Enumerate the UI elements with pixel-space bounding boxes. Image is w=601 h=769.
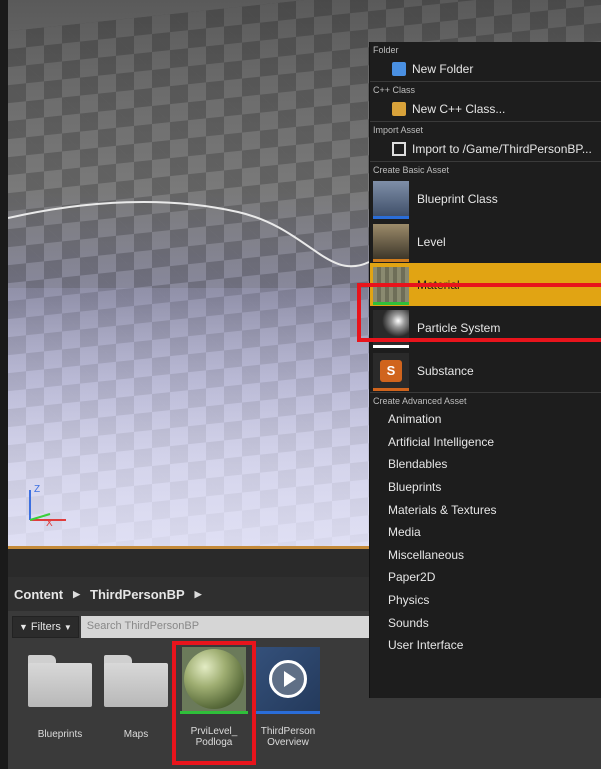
axis-gizmo: Z X <box>29 484 66 528</box>
menu-item-label: Level <box>417 234 446 249</box>
asset-label: Blueprints <box>37 729 83 740</box>
asset-blueprints-folder[interactable]: Blueprints <box>24 647 96 740</box>
blueprint-class-icon <box>373 180 409 219</box>
filters-button[interactable]: ▼ Filters ▼ <box>12 616 79 638</box>
filter-icon: ▼ <box>19 622 28 632</box>
menu-item-miscellaneous[interactable]: Miscellaneous <box>370 544 601 567</box>
level-icon <box>373 223 409 262</box>
cpp-class-icon <box>392 102 406 116</box>
material-highlight-box <box>357 283 601 342</box>
menu-item-blendables[interactable]: Blendables <box>370 453 601 476</box>
breadcrumb-content[interactable]: Content <box>14 587 63 602</box>
asset-highlight-box <box>172 641 256 765</box>
context-menu: Folder New Folder C++ Class New C++ Clas… <box>369 42 601 698</box>
menu-item-level[interactable]: Level <box>370 220 601 263</box>
axis-x-label: X <box>46 518 53 528</box>
section-header-folder: Folder <box>373 45 399 55</box>
menu-item-materials-textures[interactable]: Materials & Textures <box>370 498 601 521</box>
menu-item-user-interface[interactable]: User Interface <box>370 634 601 657</box>
menu-item-label: Blueprint Class <box>417 191 498 206</box>
menu-item-paper2d[interactable]: Paper2D <box>370 566 601 589</box>
import-icon <box>392 142 406 156</box>
folder-icon <box>28 647 92 711</box>
menu-item-animation[interactable]: Animation <box>370 408 601 431</box>
menu-item-sounds[interactable]: Sounds <box>370 611 601 634</box>
menu-item-label: New Folder <box>412 62 474 76</box>
menu-item-label: Import to /Game/ThirdPersonBP... <box>412 142 592 156</box>
menu-item-new-cpp-class[interactable]: New C++ Class... <box>370 97 601 121</box>
asset-label: ThirdPerson Overview <box>260 726 316 748</box>
chevron-right-icon[interactable]: ▶ <box>195 589 202 600</box>
section-header-import: Import Asset <box>373 125 424 135</box>
folder-plus-icon <box>392 62 406 76</box>
menu-item-blueprints[interactable]: Blueprints <box>370 476 601 499</box>
asset-thirdperson-overview[interactable]: ThirdPerson Overview <box>252 647 324 748</box>
tutorial-type-bar <box>256 711 320 714</box>
menu-item-artificial-intelligence[interactable]: Artificial Intelligence <box>370 431 601 454</box>
editor-window: { "viewport": { "axis_z": "Z", "axis_x":… <box>0 0 601 769</box>
menu-item-new-folder[interactable]: New Folder <box>370 57 601 81</box>
menu-item-label: Substance <box>417 363 474 378</box>
substance-icon: S <box>373 352 409 391</box>
asset-maps-folder[interactable]: Maps <box>100 647 172 740</box>
menu-item-physics[interactable]: Physics <box>370 589 601 612</box>
play-icon <box>256 647 320 711</box>
section-header-basic: Create Basic Asset <box>373 165 450 175</box>
asset-label: Maps <box>123 729 149 740</box>
menu-item-label: New C++ Class... <box>412 102 506 116</box>
chevron-right-icon[interactable]: ▶ <box>73 589 80 600</box>
section-header-cpp: C++ Class <box>373 85 416 95</box>
menu-item-media[interactable]: Media <box>370 521 601 544</box>
menu-item-substance[interactable]: S Substance <box>370 349 601 392</box>
menu-item-blueprint-class[interactable]: Blueprint Class <box>370 177 601 220</box>
folder-icon <box>104 647 168 711</box>
breadcrumb-thirdpersonbp[interactable]: ThirdPersonBP <box>90 587 185 602</box>
filters-label: Filters <box>30 621 61 633</box>
section-header-advanced: Create Advanced Asset <box>373 396 467 406</box>
menu-item-import[interactable]: Import to /Game/ThirdPersonBP... <box>370 137 601 161</box>
chevron-down-icon: ▼ <box>63 622 72 632</box>
axis-z-label: Z <box>34 484 40 495</box>
